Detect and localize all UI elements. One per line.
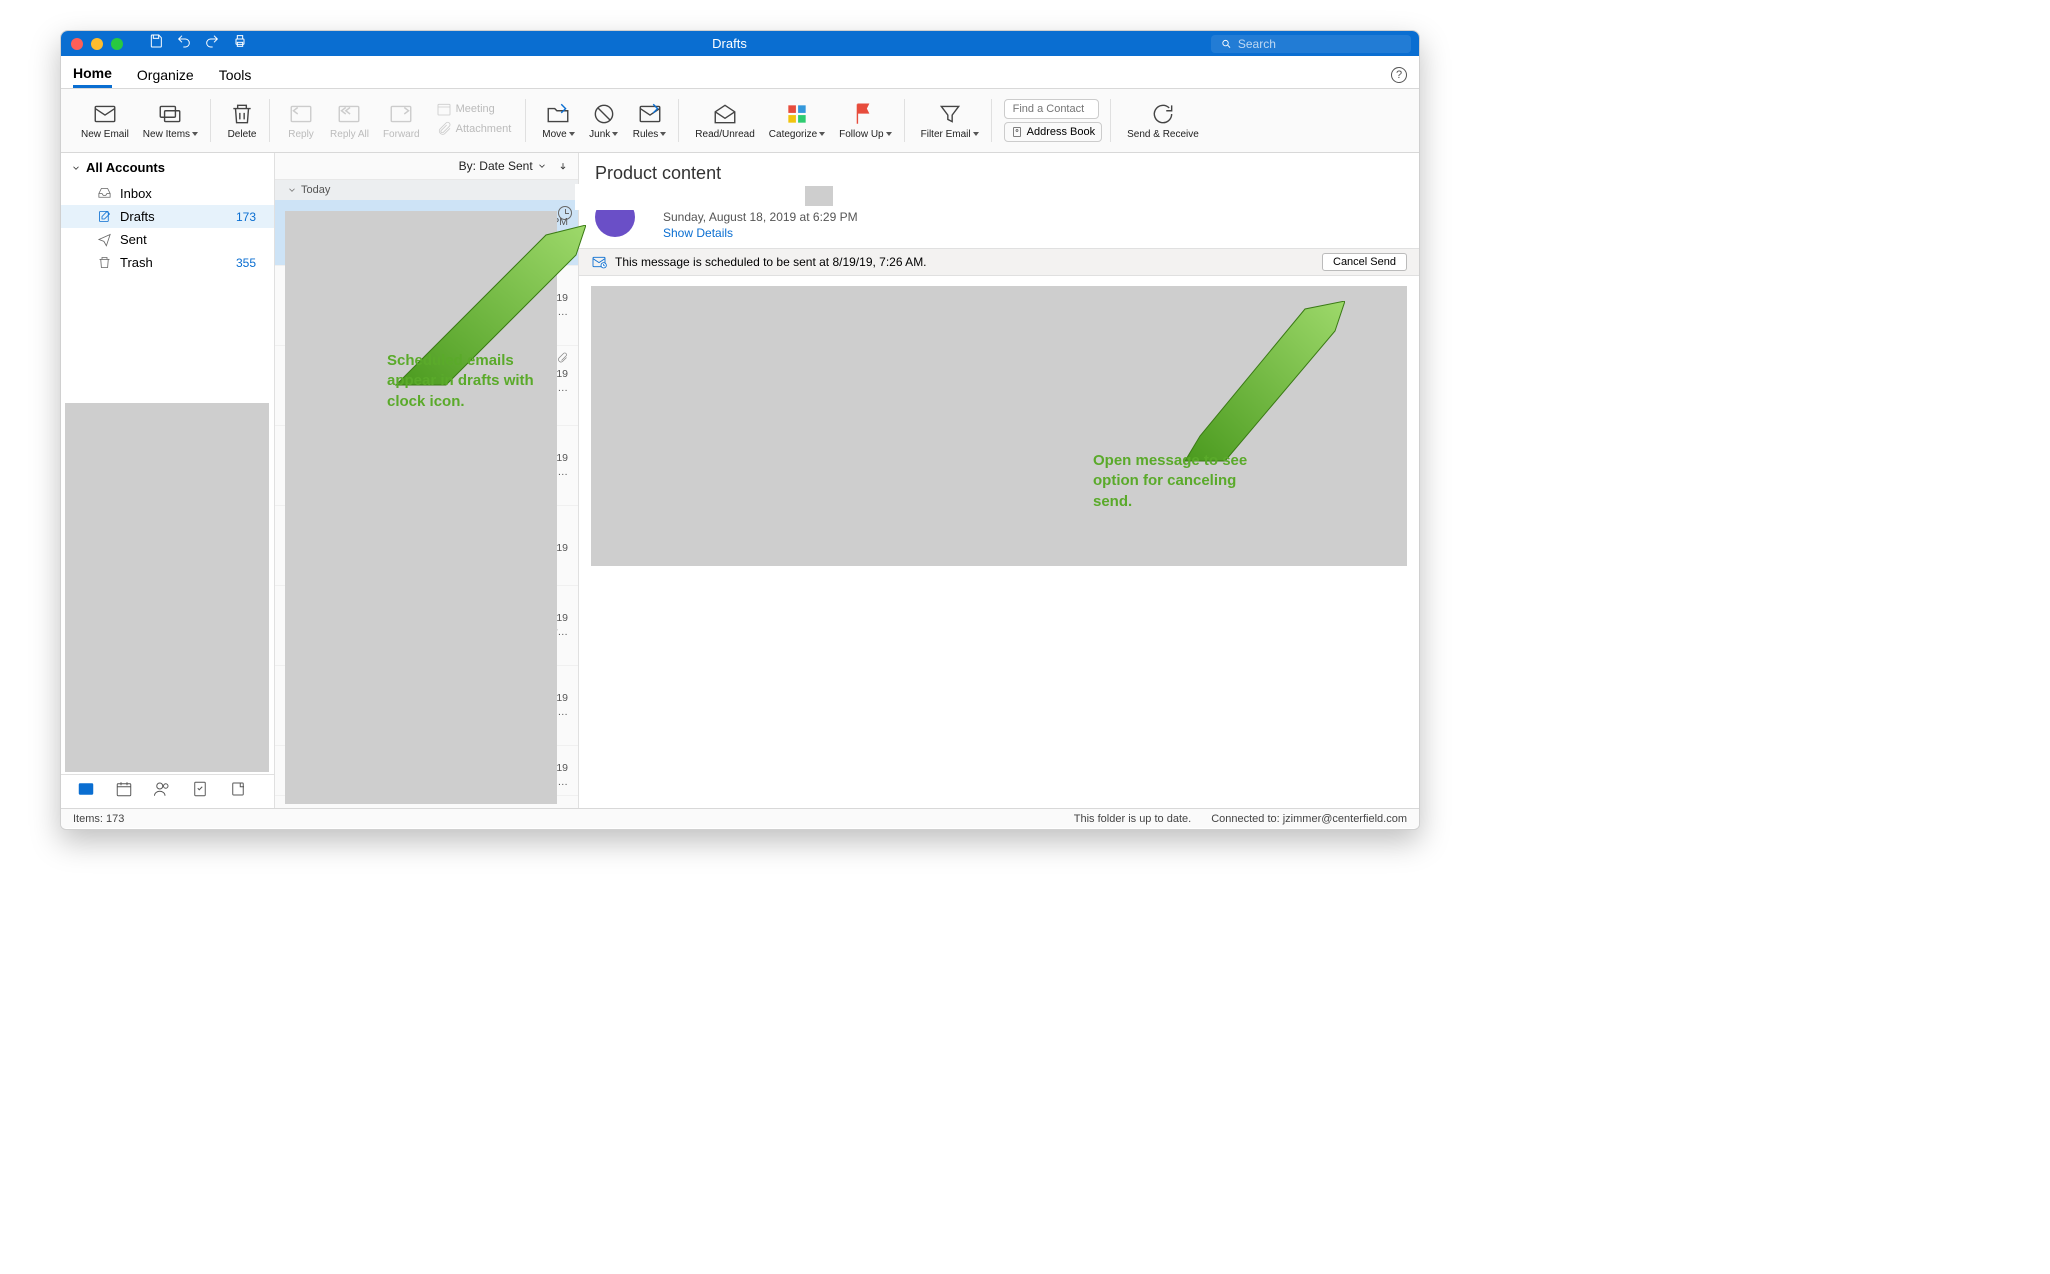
search-input[interactable] xyxy=(1238,37,1401,51)
folder-count: 355 xyxy=(236,256,256,270)
redo-icon[interactable] xyxy=(204,33,220,54)
show-details-link[interactable]: Show Details xyxy=(663,226,858,240)
find-contact-input[interactable] xyxy=(1004,99,1099,119)
ribbon: New Email New Items Delete Reply Reply A… xyxy=(61,89,1419,153)
folder-sent[interactable]: Sent xyxy=(61,228,274,251)
window-controls xyxy=(71,38,123,50)
minimize-window-button[interactable] xyxy=(91,38,103,50)
folder-count: 173 xyxy=(236,210,256,224)
tab-organize[interactable]: Organize xyxy=(137,63,194,87)
cancel-send-button[interactable]: Cancel Send xyxy=(1322,253,1407,271)
folder-label: Inbox xyxy=(120,186,152,201)
folder-inbox[interactable]: Inbox xyxy=(61,182,274,205)
reply-all-button: Reply All xyxy=(326,99,373,142)
titlebar: Drafts xyxy=(61,31,1419,56)
move-button[interactable]: Move xyxy=(538,99,578,142)
tab-tools[interactable]: Tools xyxy=(219,63,252,87)
status-bar: Items: 173 This folder is up to date. Co… xyxy=(61,808,1419,828)
sent-icon xyxy=(97,232,112,247)
rules-button[interactable]: Rules xyxy=(629,99,671,142)
chevron-down-icon xyxy=(537,161,547,171)
filter-email-button[interactable]: Filter Email xyxy=(917,99,983,142)
search-field[interactable] xyxy=(1211,35,1411,53)
drafts-icon xyxy=(97,209,112,224)
status-connection: Connected to: jzimmer@centerfield.com xyxy=(1211,813,1407,825)
reading-pane: Product content Sunday, August 18, 2019 … xyxy=(579,153,1419,808)
people-nav-icon[interactable] xyxy=(153,780,171,803)
read-unread-button[interactable]: Read/Unread xyxy=(691,99,758,142)
account-header[interactable]: All Accounts xyxy=(61,153,274,182)
undo-icon[interactable] xyxy=(176,33,192,54)
forward-button: Forward xyxy=(379,99,424,142)
folder-sidebar: All Accounts Inbox Drafts 173 Sent Trash… xyxy=(61,153,275,808)
redacted-area xyxy=(575,184,805,210)
address-book-button[interactable]: Address Book xyxy=(1004,122,1102,142)
redacted-area xyxy=(803,186,833,206)
chevron-down-icon xyxy=(71,163,81,173)
meeting-button: Meeting xyxy=(430,99,518,119)
scheduled-text: This message is scheduled to be sent at … xyxy=(615,255,927,269)
folder-label: Trash xyxy=(120,255,153,270)
folder-label: Drafts xyxy=(120,209,155,224)
annotation-text: Scheduled emails appear in drafts with c… xyxy=(387,351,567,412)
help-icon[interactable]: ? xyxy=(1391,67,1407,83)
quick-access-toolbar xyxy=(148,33,248,54)
status-items: Items: 173 xyxy=(73,813,124,825)
inbox-icon xyxy=(97,186,112,201)
reply-button: Reply xyxy=(282,99,320,142)
junk-button[interactable]: Junk xyxy=(585,99,623,142)
notes-nav-icon[interactable] xyxy=(229,780,247,803)
clock-icon xyxy=(558,206,572,220)
folder-label: Sent xyxy=(120,232,147,247)
search-icon xyxy=(1221,38,1232,50)
status-uptodate: This folder is up to date. xyxy=(1074,813,1191,825)
save-icon[interactable] xyxy=(148,33,164,54)
delete-button[interactable]: Delete xyxy=(223,99,261,142)
annotation-text: Open message to see option for canceling… xyxy=(1093,451,1273,512)
menu-tabs: Home Organize Tools ? xyxy=(61,56,1419,89)
mail-nav-icon[interactable] xyxy=(77,780,95,803)
folder-trash[interactable]: Trash 355 xyxy=(61,251,274,274)
close-window-button[interactable] xyxy=(71,38,83,50)
sort-arrow-icon[interactable] xyxy=(558,161,568,171)
redacted-area xyxy=(65,403,269,772)
list-sort-header[interactable]: By: Date Sent xyxy=(275,153,578,180)
trash-icon xyxy=(97,255,112,270)
message-date: Sunday, August 18, 2019 at 6:29 PM xyxy=(663,210,858,224)
new-items-button[interactable]: New Items xyxy=(139,99,202,142)
window-title: Drafts xyxy=(248,36,1211,51)
attachment-button: Attachment xyxy=(430,119,518,139)
folder-drafts[interactable]: Drafts 173 xyxy=(61,205,274,228)
tasks-nav-icon[interactable] xyxy=(191,780,209,803)
annotation-arrow xyxy=(1175,301,1345,471)
follow-up-button[interactable]: Follow Up xyxy=(835,99,895,142)
calendar-nav-icon[interactable] xyxy=(115,780,133,803)
zoom-window-button[interactable] xyxy=(111,38,123,50)
scheduled-info-bar: This message is scheduled to be sent at … xyxy=(579,248,1419,276)
send-receive-button[interactable]: Send & Receive xyxy=(1123,99,1203,142)
chevron-down-icon xyxy=(287,185,297,195)
categorize-button[interactable]: Categorize xyxy=(765,99,829,142)
new-email-button[interactable]: New Email xyxy=(77,99,133,142)
scheduled-mail-icon xyxy=(591,254,607,270)
list-group-header[interactable]: Today xyxy=(275,180,578,200)
tab-home[interactable]: Home xyxy=(73,61,112,88)
print-icon[interactable] xyxy=(232,33,248,54)
nav-footer xyxy=(61,774,274,808)
